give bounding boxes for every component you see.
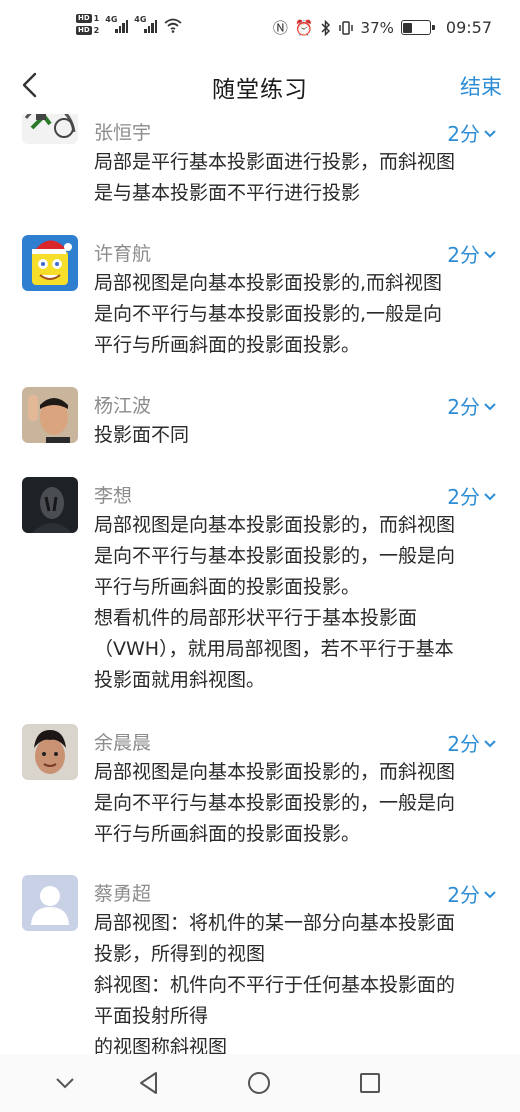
home-circle-icon[interactable] <box>246 1070 272 1096</box>
chevron-down-icon[interactable] <box>52 1070 78 1096</box>
battery-percent: 37% <box>360 18 394 37</box>
answer-text: 投影面不同 <box>94 424 190 446</box>
score-dropdown[interactable]: 2分 <box>447 728 498 757</box>
nfc-icon: Ⓝ <box>272 18 288 37</box>
student-name: 张恒宇 <box>94 122 152 144</box>
avatar <box>22 114 78 144</box>
score-dropdown[interactable]: 2分 <box>447 481 498 510</box>
system-nav-bar <box>0 1054 520 1112</box>
score-dropdown[interactable]: 2分 <box>447 391 498 420</box>
score-value: 2分 <box>447 485 480 509</box>
wifi-icon <box>164 18 182 33</box>
back-triangle-icon[interactable] <box>136 1070 162 1096</box>
score-value: 2分 <box>447 243 480 267</box>
chevron-down-icon <box>484 492 496 500</box>
status-right: Ⓝ ⏰ 37% 09:57 <box>273 18 492 37</box>
score-value: 2分 <box>447 883 480 907</box>
status-bar: HD 1 HD 2 4G 4G Ⓝ ⏰ 37% 09:57 <box>0 0 520 58</box>
score-value: 2分 <box>447 122 480 146</box>
hd1-indicator: HD 1 <box>76 14 100 23</box>
score-dropdown[interactable]: 2分 <box>447 879 498 908</box>
avatar <box>22 235 78 291</box>
alarm-icon: ⏰ <box>294 18 314 37</box>
student-name: 李想 <box>94 485 133 507</box>
avatar <box>22 477 78 533</box>
answer-text: 局部视图是向基本投影面投影的,而斜视图 是向不平行与基本投影面投影的,一般是向 … <box>94 272 443 356</box>
signal-icon-1: 4G <box>105 15 129 33</box>
chevron-down-icon <box>484 402 496 410</box>
status-left: HD 1 HD 2 4G 4G <box>76 14 183 35</box>
clock: 09:57 <box>445 18 492 37</box>
score-dropdown[interactable]: 2分 <box>447 118 498 147</box>
score-value: 2分 <box>447 395 480 419</box>
student-name: 蔡勇超 <box>94 883 152 905</box>
chevron-down-icon <box>484 250 496 258</box>
avatar <box>22 724 78 780</box>
chevron-down-icon <box>484 739 496 747</box>
vibrate-icon <box>338 20 353 35</box>
avatar <box>22 875 78 931</box>
recent-apps-icon[interactable] <box>357 1070 383 1096</box>
answer-list[interactable]: 张恒宇 2分 局部是平行基本投影面进行投影，而斜视图 是与基本投影面不平行进行投… <box>0 114 520 1054</box>
answer-text: 局部视图是向基本投影面投影的，而斜视图 是向不平行与基本投影面投影的，一般是向 … <box>94 761 456 845</box>
hd2-indicator: HD 2 <box>76 26 100 35</box>
nav-bar: 随堂练习 结束 <box>0 58 520 114</box>
answer-text: 局部是平行基本投影面进行投影，而斜视图 是与基本投影面不平行进行投影 <box>94 151 456 204</box>
bluetooth-icon <box>321 19 330 36</box>
score-dropdown[interactable]: 2分 <box>447 239 498 268</box>
student-name: 许育航 <box>94 243 152 265</box>
answer-text: 局部视图：将机件的某一部分向基本投影面 投影，所得到的视图 斜视图：机件向不平行… <box>94 912 456 1054</box>
student-name: 杨江波 <box>94 395 152 417</box>
page-title: 随堂练习 <box>212 77 308 103</box>
student-name: 余晨晨 <box>94 732 152 754</box>
avatar <box>22 387 78 443</box>
chevron-down-icon <box>484 129 496 137</box>
chevron-down-icon <box>484 890 496 898</box>
battery-icon <box>400 20 435 35</box>
answer-text: 局部视图是向基本投影面投影的，而斜视图 是向不平行与基本投影面投影的，一般是向 … <box>94 514 456 691</box>
end-button[interactable]: 结束 <box>460 71 502 101</box>
score-value: 2分 <box>447 732 480 756</box>
signal-icon-2: 4G <box>134 15 158 33</box>
hd-indicators: HD 1 HD 2 <box>76 14 99 35</box>
